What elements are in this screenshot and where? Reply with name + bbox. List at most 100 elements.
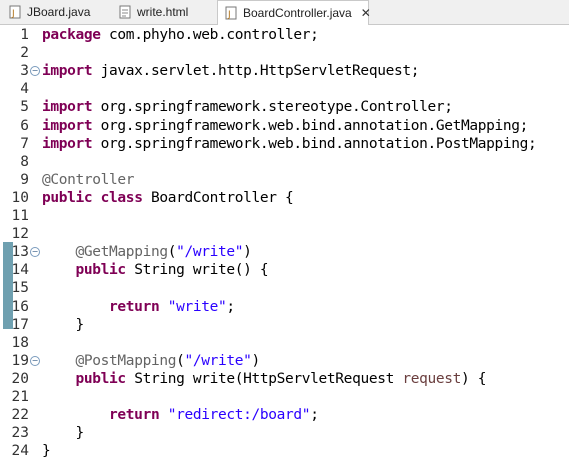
code-text: @GetMapping("/write"): [42, 243, 252, 262]
line-number: 14: [11, 262, 29, 279]
code-line[interactable]: 9 @Controller: [0, 171, 569, 190]
code-token: String write() {: [125, 262, 269, 279]
code-line[interactable]: 12: [0, 225, 569, 244]
code-text: return "write";: [42, 298, 235, 317]
code-token: public: [75, 370, 127, 387]
java-file-icon: J: [224, 6, 238, 20]
tab-label: JBoard.java: [27, 4, 91, 19]
code-line[interactable]: 5 import org.springframework.stereotype.C…: [0, 98, 569, 117]
tab-boardcontroller-java[interactable]: J BoardController.java ✕: [217, 0, 371, 25]
code-token: org.springframework.stereotype.Controlle…: [92, 99, 453, 116]
code-token: package: [42, 27, 101, 43]
line-number: 13: [11, 244, 29, 261]
code-token: "/write": [184, 352, 252, 369]
line-number: 4: [20, 81, 29, 98]
code-text: public String write(HttpServletRequest r…: [42, 370, 487, 389]
line-number: 6: [20, 117, 29, 134]
code-text: public class BoardController {: [42, 189, 294, 208]
svg-text:J: J: [227, 10, 231, 20]
line-number: 16: [11, 298, 29, 315]
code-line[interactable]: 1 package com.phyho.web.controller;: [0, 26, 569, 45]
fold-toggle-icon[interactable]: −: [30, 66, 40, 77]
code-line[interactable]: 7 import org.springframework.web.bind.ann…: [0, 135, 569, 154]
code-token: }: [42, 425, 85, 442]
line-number: 7: [20, 135, 29, 152]
code-editor[interactable]: 1 package com.phyho.web.controller; 2 3− imp…: [0, 25, 569, 461]
code-line[interactable]: 2: [0, 44, 569, 63]
code-text: import javax.servlet.http.HttpServletReq…: [42, 62, 419, 81]
code-line[interactable]: 23 }: [0, 424, 569, 443]
code-line[interactable]: 14 public String write() {: [0, 261, 569, 280]
code-text: @Controller: [42, 171, 135, 190]
code-line[interactable]: 11: [0, 207, 569, 226]
code-token: String write(HttpServletRequest: [125, 370, 403, 387]
code-line[interactable]: 17 }: [0, 316, 569, 335]
line-number: 5: [20, 99, 29, 116]
code-token: javax.servlet.http.HttpServletRequest;: [92, 63, 420, 80]
line-number: 1: [20, 27, 29, 43]
code-token: return: [109, 298, 160, 315]
code-token: request: [402, 370, 462, 387]
tab-jboard-java[interactable]: J JBoard.java: [4, 0, 105, 23]
code-token: @Controller: [42, 171, 135, 188]
code-token: org.springframework.web.bind.annotation.…: [92, 135, 537, 152]
code-token: @PostMapping: [75, 352, 177, 369]
code-text: }: [42, 316, 85, 335]
code-line[interactable]: 18: [0, 334, 569, 353]
code-line[interactable]: 22 return "redirect:/board";: [0, 406, 569, 425]
line-number: 12: [11, 226, 29, 243]
code-token: "/write": [176, 244, 244, 261]
line-number: 21: [11, 389, 29, 405]
code-token: }: [42, 316, 85, 333]
code-token: ): [251, 352, 261, 369]
tab-label: BoardController.java: [243, 6, 352, 20]
code-text: package com.phyho.web.controller;: [42, 26, 319, 45]
code-line[interactable]: 3− import javax.servlet.http.HttpServletR…: [0, 62, 569, 81]
code-line[interactable]: 24}: [0, 442, 569, 461]
fold-toggle-icon[interactable]: −: [30, 355, 40, 366]
code-line[interactable]: 8: [0, 153, 569, 172]
line-number: 20: [11, 370, 29, 387]
code-line[interactable]: 15: [0, 279, 569, 298]
line-number: 8: [20, 153, 29, 170]
code-line[interactable]: 20 public String write(HttpServletReques…: [0, 370, 569, 389]
code-text: @PostMapping("/write"): [42, 352, 261, 371]
line-number: 2: [20, 45, 29, 62]
code-token: public: [42, 189, 93, 206]
line-number: 9: [20, 171, 29, 188]
line-number: 24: [11, 443, 29, 460]
close-icon[interactable]: ✕: [361, 6, 371, 20]
line-number: 18: [11, 334, 29, 351]
code-token: ): [243, 244, 252, 261]
code-token: com.phyho.web.controller;: [100, 27, 319, 43]
code-line[interactable]: 10 public class BoardController {: [0, 189, 569, 208]
tab-write-html[interactable]: write.html: [112, 0, 212, 23]
code-text: public String write() {: [42, 261, 269, 280]
line-number: 19: [11, 352, 29, 369]
code-text: import org.springframework.web.bind.anno…: [42, 117, 528, 136]
code-line[interactable]: 21: [0, 388, 569, 407]
line-number: 17: [11, 316, 29, 333]
code-token: ) {: [461, 370, 487, 387]
line-number: 23: [11, 425, 29, 442]
code-token: import: [42, 63, 93, 80]
code-line[interactable]: 6 import org.springframework.web.bind.ann…: [0, 117, 569, 136]
code-token: public: [75, 262, 127, 279]
code-line[interactable]: 4: [0, 80, 569, 99]
code-line[interactable]: 16 return "write";: [0, 298, 569, 317]
java-file-icon: J: [8, 5, 22, 19]
svg-text:J: J: [11, 9, 15, 19]
code-token: class: [100, 189, 143, 206]
fold-toggle-icon[interactable]: −: [30, 247, 40, 258]
code-line[interactable]: 13− @GetMapping("/write"): [0, 243, 569, 262]
line-number: 22: [11, 407, 29, 424]
code-token: @GetMapping: [75, 244, 169, 261]
code-line[interactable]: 19− @PostMapping("/write"): [0, 352, 569, 371]
